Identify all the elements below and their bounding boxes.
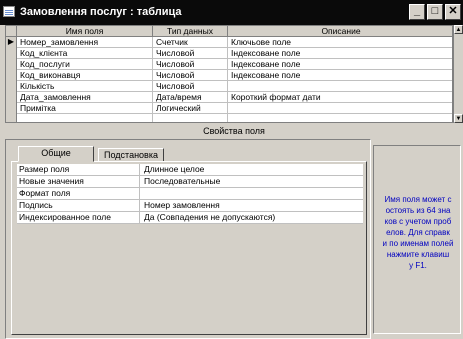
table-row[interactable]: Код_клієнта Числовой Індексоване поле (6, 48, 452, 59)
table-row[interactable]: Код_послуги Числовой Індексоване поле (6, 59, 452, 70)
field-name-cell[interactable]: Код_виконавця (17, 70, 153, 81)
column-header-type: Тип данных (153, 26, 228, 36)
property-row[interactable]: Индексированное поле Да (Совпадения не до… (17, 212, 363, 224)
scroll-down-icon[interactable]: ▼ (454, 114, 463, 123)
maximize-icon: □ (431, 5, 439, 17)
row-selector[interactable] (6, 114, 17, 122)
tab-content: Размер поля Длинное целое Новые значения По… (11, 161, 367, 335)
window-title: Замовлення послуг : таблица (20, 6, 182, 18)
primary-key-icon: ▶ (7, 37, 15, 46)
row-selector[interactable] (6, 81, 17, 92)
help-panel: Имя поля может с остоять из 64 зна ков с… (373, 145, 461, 334)
empty-row[interactable] (6, 114, 452, 122)
field-name-cell[interactable]: Номер_замовлення (17, 37, 153, 48)
property-name: Формат поля (17, 188, 140, 199)
property-value[interactable]: Последовательные (140, 176, 363, 187)
description-cell[interactable] (228, 81, 452, 92)
table-row[interactable]: Примітка Логический (6, 103, 452, 114)
data-type-cell[interactable]: Числовой (153, 59, 228, 70)
property-row[interactable]: Подпись Номер замовлення (17, 200, 363, 212)
table-design-window: Замовлення послуг : таблица _ □ ✕ Имя по… (0, 0, 463, 339)
table-row[interactable]: Код_виконавця Числовой Індексоване поле (6, 70, 452, 81)
data-type-cell[interactable]: Логический (153, 103, 228, 114)
scroll-up-icon[interactable]: ▲ (454, 25, 463, 34)
property-value[interactable]: Да (Совпадения не допускаются) (140, 212, 363, 223)
field-name-cell[interactable]: Дата_замовлення (17, 92, 153, 103)
maximize-button[interactable]: □ (427, 4, 443, 20)
row-selector[interactable]: ▶ (6, 37, 17, 48)
description-cell[interactable] (228, 103, 452, 114)
description-cell[interactable]: Індексоване поле (228, 59, 452, 70)
row-selector[interactable] (6, 70, 17, 81)
property-value[interactable]: Длинное целое (140, 164, 363, 175)
property-row[interactable]: Новые значения Последовательные (17, 176, 363, 188)
help-text: Имя поля может с остоять из 64 зна ков с… (382, 195, 454, 270)
property-value[interactable]: Номер замовлення (140, 200, 363, 211)
field-name-cell[interactable]: Кількість (17, 81, 153, 92)
table-icon (3, 6, 15, 17)
title-bar[interactable]: Замовлення послуг : таблица _ □ ✕ (0, 0, 463, 25)
property-row[interactable]: Размер поля Длинное целое (17, 164, 363, 176)
column-header-description: Описание (321, 26, 361, 36)
property-name: Индексированное поле (17, 212, 140, 223)
property-value[interactable] (140, 188, 363, 199)
data-type-cell[interactable]: Числовой (153, 81, 228, 92)
table-row[interactable]: Дата_замовлення Дата/время Короткий формат… (6, 92, 452, 103)
grid-scrollbar[interactable]: ▲ ▼ (453, 25, 463, 123)
tab-general[interactable]: Общие (18, 146, 94, 162)
grid-header: Имя поля Тип данных Описание (6, 26, 452, 37)
data-type-cell[interactable]: Дата/время (153, 92, 228, 103)
column-header-name: Имя поля (17, 26, 153, 36)
property-name: Новые значения (17, 176, 140, 187)
data-type-cell[interactable]: Числовой (153, 70, 228, 81)
data-type-cell[interactable] (153, 114, 228, 122)
field-name-cell[interactable]: Примітка (17, 103, 153, 114)
tab-lookup[interactable]: Подстановка (98, 148, 164, 162)
field-properties-header: Свойства поля (203, 126, 265, 136)
description-cell[interactable]: Ключьове поле (228, 37, 452, 48)
row-selector[interactable] (6, 92, 17, 103)
table-row[interactable]: Кількість Числовой (6, 81, 452, 92)
minimize-button[interactable]: _ (409, 4, 425, 20)
row-selector[interactable] (6, 59, 17, 70)
data-type-cell[interactable]: Числовой (153, 48, 228, 59)
field-grid: Имя поля Тип данных Описание ▶ Номер_замо… (5, 25, 453, 123)
property-list: Размер поля Длинное целое Новые значения По… (17, 164, 363, 224)
field-name-cell[interactable] (17, 114, 153, 122)
property-row[interactable]: Формат поля (17, 188, 363, 200)
close-icon: ✕ (448, 5, 458, 17)
property-name: Размер поля (17, 164, 140, 175)
minimize-icon: _ (413, 5, 421, 17)
data-type-cell[interactable]: Счетчик (153, 37, 228, 48)
description-cell[interactable]: Індексоване поле (228, 70, 452, 81)
row-selector[interactable] (6, 103, 17, 114)
description-cell[interactable] (228, 114, 452, 122)
description-cell[interactable]: Індексоване поле (228, 48, 452, 59)
property-name: Подпись (17, 200, 140, 211)
field-name-cell[interactable]: Код_послуги (17, 59, 153, 70)
table-row[interactable]: ▶ Номер_замовлення Счетчик Ключьове поле (6, 37, 452, 48)
close-button[interactable]: ✕ (445, 4, 461, 20)
description-cell[interactable]: Короткий формат дати (228, 92, 452, 103)
row-selector[interactable] (6, 48, 17, 59)
field-properties-panel: Общие Подстановка Размер поля Длинное цел… (5, 139, 371, 339)
row-selector-header (6, 26, 17, 36)
field-name-cell[interactable]: Код_клієнта (17, 48, 153, 59)
